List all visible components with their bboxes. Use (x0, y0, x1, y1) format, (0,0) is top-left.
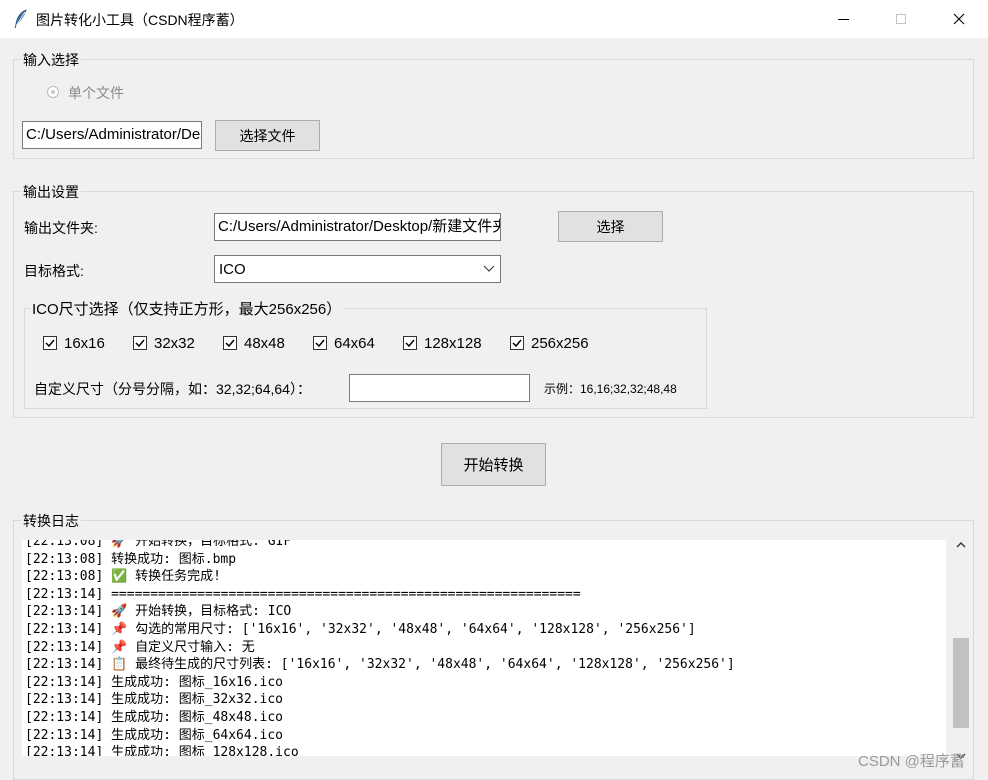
size-checkbox-256[interactable]: 256x256 (510, 333, 589, 353)
window-title: 图片转化小工具（CSDN程序蓄） (36, 12, 244, 28)
size-checkbox-64[interactable]: 64x64 (313, 333, 375, 353)
log-line: [22:13:14] 📌 勾选的常用尺寸: ['16x16', '32x32',… (25, 621, 696, 637)
log-line: [22:13:14] 生成成功: 图标_48x48.ico (25, 709, 284, 725)
minimize-button[interactable] (814, 0, 872, 38)
log-line: [22:13:14] 生成成功: 图标_128x128.ico (25, 745, 299, 756)
log-line: [22:13:14] =============================… (25, 586, 581, 602)
conversion-log-label: 转换日志 (21, 511, 81, 531)
checkbox-checked-icon (510, 336, 524, 350)
chevron-down-icon (483, 265, 495, 272)
single-file-radio-label: 单个文件 (68, 85, 124, 101)
log-line: [22:13:08] ✅ 转换任务完成! (25, 569, 221, 585)
size-checkbox-16[interactable]: 16x16 (43, 333, 105, 353)
close-icon (953, 13, 965, 25)
choose-file-button[interactable]: 选择文件 (215, 120, 320, 151)
target-format-value: ICO (219, 261, 246, 278)
output-folder-field[interactable]: C:/Users/Administrator/Desktop/新建文件夹 (214, 213, 501, 241)
size-checkbox-48[interactable]: 48x48 (223, 333, 285, 353)
custom-size-label: 自定义尺寸（分号分隔，如：32,32;64,64）： (34, 381, 311, 397)
size-checkbox-label: 128x128 (424, 334, 482, 352)
scroll-thumb[interactable] (953, 638, 969, 728)
target-format-label: 目标格式: (24, 263, 84, 279)
size-checkbox-label: 32x32 (154, 334, 195, 352)
log-line: [22:13:08] 转换成功: 图标.bmp (25, 551, 237, 567)
choose-output-folder-button[interactable]: 选择 (558, 211, 663, 242)
log-line: [22:13:08] 🚀 开始转换，目标格式: GIF (25, 540, 292, 549)
feather-icon (14, 9, 27, 29)
custom-size-input[interactable] (349, 374, 530, 402)
single-file-radio[interactable] (47, 86, 59, 98)
log-line: [22:13:14] 生成成功: 图标_32x32.ico (25, 692, 284, 708)
size-checkbox-label: 16x16 (64, 334, 105, 352)
chevron-up-icon (956, 541, 966, 547)
log-line: [22:13:14] 生成成功: 图标_16x16.ico (25, 674, 284, 690)
log-text-area[interactable]: [22:13:08] 🚀 开始转换，目标格式: GIF [22:13:08] 转换… (22, 540, 946, 756)
log-line: [22:13:14] 生成成功: 图标_64x64.ico (25, 727, 284, 743)
size-checkbox-label: 64x64 (334, 334, 375, 352)
log-line: [22:13:14] 📋 最终待生成的尺寸列表: ['16x16', '32x3… (25, 657, 735, 673)
maximize-button[interactable] (872, 0, 930, 38)
log-line: [22:13:14] 🚀 开始转换，目标格式: ICO (25, 604, 292, 620)
watermark: CSDN @程序蓄 (858, 753, 965, 770)
checkbox-checked-icon (43, 336, 57, 350)
checkbox-checked-icon (313, 336, 327, 350)
checkbox-checked-icon (223, 336, 237, 350)
target-format-select[interactable]: ICO (214, 255, 501, 283)
checkbox-checked-icon (133, 336, 147, 350)
checkbox-checked-icon (403, 336, 417, 350)
size-checkbox-label: 256x256 (531, 334, 589, 352)
ico-size-label: ICO尺寸选择（仅支持正方形，最大256x256） (30, 298, 344, 319)
log-lines: [22:13:08] 🚀 开始转换，目标格式: GIF [22:13:08] 转换… (25, 540, 735, 756)
output-settings-label: 输出设置 (21, 182, 81, 202)
start-conversion-button[interactable]: 开始转换 (441, 443, 546, 486)
maximize-icon (896, 14, 906, 24)
size-checkbox-128[interactable]: 128x128 (403, 333, 482, 353)
input-file-path-field[interactable]: C:/Users/Administrator/Desktop/ (22, 121, 202, 149)
scroll-up-button[interactable] (951, 536, 971, 552)
custom-size-example: 示例：16,16;32,32;48,48 (544, 382, 677, 396)
size-checkbox-32[interactable]: 32x32 (133, 333, 195, 353)
minimize-icon (837, 18, 849, 20)
input-selection-label: 输入选择 (21, 50, 81, 70)
close-button[interactable] (930, 0, 988, 38)
size-checkbox-label: 48x48 (244, 334, 285, 352)
output-folder-label: 输出文件夹: (24, 220, 98, 236)
log-line: [22:13:14] 📌 自定义尺寸输入: 无 (25, 639, 255, 655)
